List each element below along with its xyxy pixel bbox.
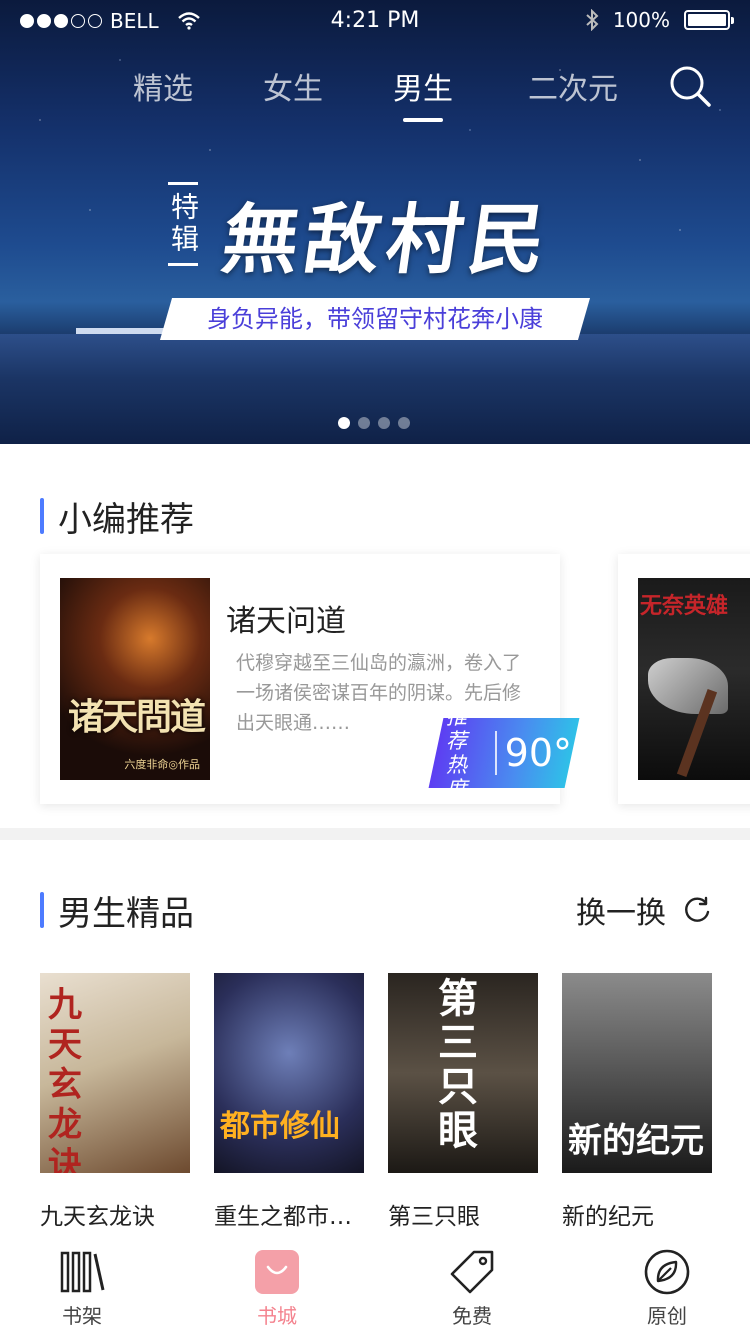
book-cover[interactable]: 无奈英雄 [638, 578, 750, 780]
swap-label: 换一换 [576, 896, 666, 931]
status-bar: BELL 4:21 PM 100% [0, 0, 750, 40]
banner-tag: 特辑 [167, 182, 200, 266]
bottom-nav: 书架 书城 免费 原创 [0, 1240, 750, 1334]
tab-anime[interactable]: 二次元 [528, 64, 618, 108]
pager-dot[interactable] [398, 417, 410, 429]
book-item[interactable]: 新的纪元 新的纪元 [562, 973, 712, 1231]
book-item[interactable]: 都市修仙 重生之都市修仙 [214, 973, 364, 1231]
book-cover[interactable]: 都市修仙 [214, 973, 364, 1173]
nav-bookshelf[interactable]: 书架 [32, 1246, 132, 1329]
book-title[interactable]: 第三只眼 [388, 1197, 538, 1231]
bookshelf-icon [60, 1251, 105, 1293]
editor-picks-section: 小编推荐 诸天問道 六度非命◎作品 诸天问道 代穆穿越至三仙岛的瀛洲，卷入了一场… [0, 444, 750, 828]
nav-label: 原创 [647, 1304, 687, 1328]
recommend-card-next[interactable]: 无奈英雄 [618, 554, 750, 804]
nav-original[interactable]: 原创 [617, 1246, 717, 1329]
axe-image [648, 658, 728, 714]
tab-featured[interactable]: 精选 [133, 64, 193, 108]
cover-title: 无奈英雄 [640, 594, 729, 619]
swap-button[interactable]: 换一换 [576, 888, 712, 932]
nav-label: 书架 [62, 1304, 102, 1328]
book-cover[interactable]: 诸天問道 六度非命◎作品 [60, 578, 210, 780]
book-item[interactable]: 九天玄龙诀 九天玄龙诀 [40, 973, 190, 1231]
banner-pager[interactable] [338, 417, 410, 429]
book-title[interactable]: 诸天问道 [226, 596, 346, 640]
nav-label: 免费 [452, 1304, 492, 1328]
book-cover[interactable]: 第三只眼 [388, 973, 538, 1173]
banner-title: 無敌村民 [216, 195, 558, 284]
banner-subtitle: 身负异能，带领留守村花奔小康 [159, 298, 591, 340]
bluetooth-icon [586, 9, 599, 31]
divider [495, 731, 497, 775]
book-title[interactable]: 九天玄龙诀 [40, 1197, 190, 1231]
pager-dot[interactable] [338, 417, 350, 429]
tab-female[interactable]: 女生 [263, 64, 323, 108]
category-tabs: 精选 女生 男生 二次元 [0, 64, 750, 114]
search-icon[interactable] [668, 64, 712, 108]
heat-badge: 推荐热度 90° [428, 705, 580, 801]
heat-label: 推荐热度 [446, 705, 467, 801]
book-title[interactable]: 新的纪元 [562, 1197, 712, 1231]
refresh-icon [685, 896, 710, 922]
section-title: 小编推荐 [40, 492, 194, 541]
battery-percent: 100% [612, 8, 670, 32]
pager-dot[interactable] [358, 417, 370, 429]
battery-icon [684, 10, 734, 30]
book-cover[interactable]: 九天玄龙诀 [40, 973, 190, 1173]
tab-male[interactable]: 男生 [393, 64, 453, 108]
nav-bookstore[interactable]: 书城 [227, 1246, 327, 1329]
book-list: 九天玄龙诀 九天玄龙诀 都市修仙 重生之都市修仙 第三只眼 第三只眼 新的纪元 … [40, 973, 712, 1231]
cover-title: 九天玄龙诀 [48, 985, 82, 1173]
pager-dot[interactable] [378, 417, 390, 429]
cover-title: 第三只眼 [438, 976, 478, 1154]
nav-label: 书城 [257, 1304, 297, 1328]
cover-title: 诸天問道 [68, 696, 206, 738]
book-item[interactable]: 第三只眼 第三只眼 [388, 973, 538, 1231]
section-title: 男生精品 [40, 886, 194, 935]
cover-title: 新的纪元 [568, 1121, 704, 1161]
tag-icon [450, 1250, 494, 1294]
bag-icon [255, 1250, 299, 1294]
book-cover[interactable]: 新的纪元 [562, 973, 712, 1173]
cover-title: 都市修仙 [220, 1109, 340, 1144]
cover-author: 六度非命◎作品 [124, 758, 200, 771]
heat-value: 90° [504, 731, 572, 775]
nav-free[interactable]: 免费 [422, 1246, 522, 1329]
book-title[interactable]: 重生之都市修仙 [214, 1197, 364, 1231]
leaf-icon [644, 1249, 690, 1295]
